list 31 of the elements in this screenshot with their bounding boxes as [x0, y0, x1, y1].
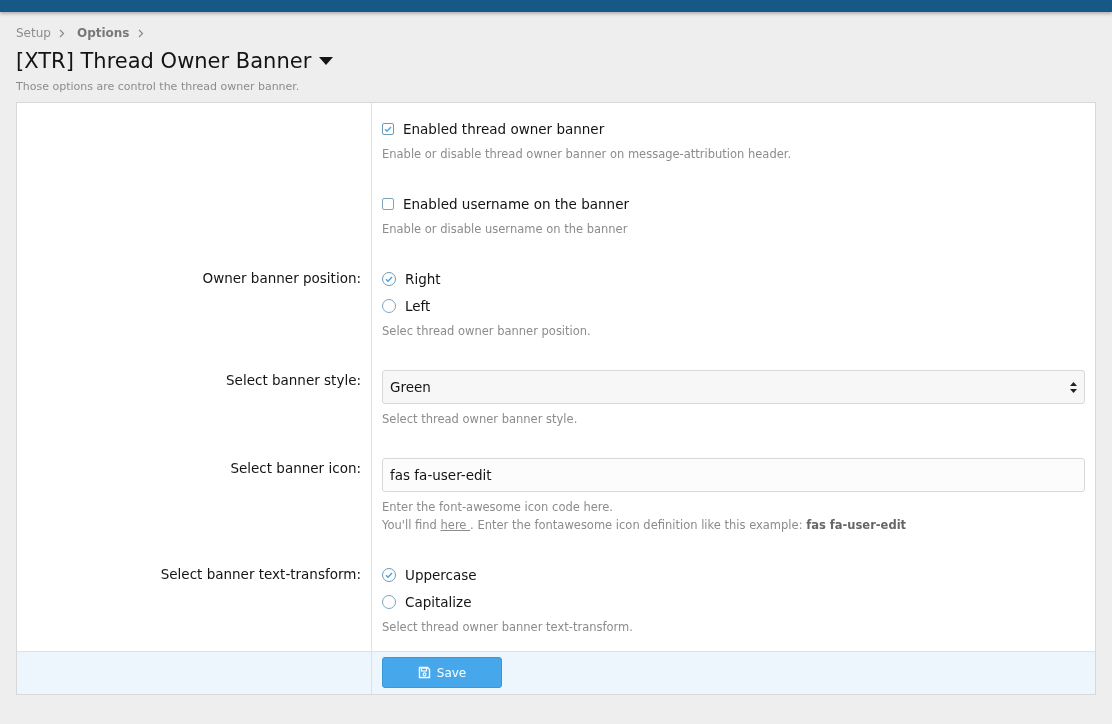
caret-icon[interactable]	[319, 57, 334, 65]
hint-text: Selec thread owner banner position.	[382, 323, 592, 340]
hint-text: You'll find here . Enter the fontawesome icon definition like this example: fas fa-user-edit	[382, 517, 908, 534]
hint-text: Enter the font-awesome icon code here.	[382, 499, 615, 516]
save-button[interactable]: Save	[382, 657, 502, 688]
radio-label: Right	[405, 270, 441, 287]
style-dropdown[interactable]: Green	[382, 370, 1085, 404]
radio-label: Left	[405, 297, 431, 314]
field-label: Owner banner position:	[202, 269, 361, 288]
checkbox-label: Enabled thread owner banner	[403, 120, 605, 137]
radio-label: Uppercase	[405, 566, 477, 583]
checkbox[interactable]	[382, 197, 394, 210]
page-description: Those options are control the thread owner banner.	[16, 80, 301, 93]
field-label: Select banner style:	[226, 371, 361, 390]
hint-text: Select thread owner banner style.	[382, 411, 579, 428]
icon-input-field[interactable]: fas fa-user-edit	[382, 458, 1085, 492]
breadcrumb-link[interactable]: Options	[76, 26, 130, 40]
hint-text: Enable or disable thread owner banner on message-attribution header.	[382, 146, 793, 163]
page-title: [XTR] Thread Owner Banner	[16, 48, 312, 75]
up-down-arrows-icon	[1070, 381, 1077, 393]
hint-text: Enable or disable username on the banner	[382, 221, 629, 238]
here-link[interactable]: here	[440, 518, 471, 532]
breadcrumb-link[interactable]: Setup	[16, 26, 51, 40]
checkbox[interactable]	[382, 122, 394, 135]
field-label: Select banner text-transform:	[160, 565, 361, 584]
field-label: Select banner icon:	[230, 459, 361, 478]
chevron-icon	[58, 28, 65, 38]
checkbox-label: Enabled username on the banner	[403, 195, 629, 212]
chevron-icon	[137, 28, 144, 38]
radio-label: Capitalize	[405, 593, 472, 610]
hint-text: Select thread owner banner text-transform.	[382, 619, 634, 636]
